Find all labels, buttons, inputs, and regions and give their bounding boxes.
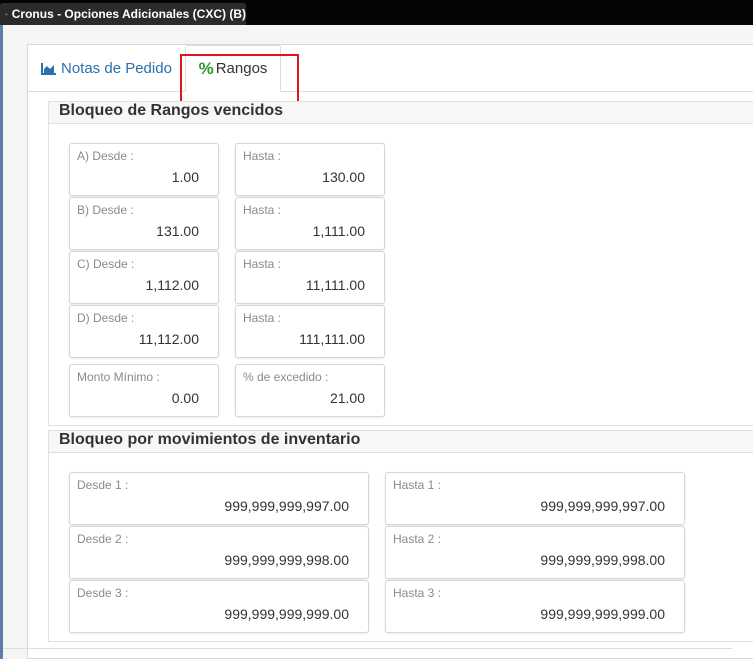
excedido-field[interactable]: % de excedido : 21.00 [235,364,385,417]
monto-minimo-label: Monto Mínimo : [77,370,160,384]
rango-b-desde-value: 131.00 [156,223,199,239]
rango-d-desde-label: D) Desde : [77,311,135,325]
rango-d-desde-value: 11,112.00 [138,331,199,347]
rango-c-hasta-label: Hasta : [243,257,282,271]
rango-d-desde-field[interactable]: D) Desde : 11,112.00 [69,305,219,358]
rango-c-desde-label: C) Desde : [77,257,135,271]
rango-b-hasta-label: Hasta : [243,203,282,217]
inventario-hasta-1-value: 999,999,999,997.00 [540,498,665,514]
rango-b-hasta-value: 1,111.00 [312,223,365,239]
rango-d-hasta-value: 111,111.00 [299,331,365,347]
options-panel: Notas de Pedido % Rangos Bloqueo de Rang… [27,44,753,659]
rango-b-desde-label: B) Desde : [77,203,134,217]
app-logo-icon [5,13,8,16]
tab-notas-de-pedido[interactable]: Notas de Pedido [41,45,172,92]
inventario-desde-2-value: 999,999,999,998.00 [224,552,349,568]
window-body: Notas de Pedido % Rangos Bloqueo de Rang… [3,25,753,659]
rangos-group-title: Bloqueo de Rangos vencidos [49,102,753,124]
rango-a-desde-value: 1.00 [171,169,199,185]
inventario-desde-3-value: 999,999,999,999.00 [224,606,349,622]
inventario-desde-3-field[interactable]: Desde 3 : 999,999,999,999.00 [69,580,369,633]
monto-minimo-field[interactable]: Monto Mínimo : 0.00 [69,364,219,417]
excedido-value: 21.00 [329,390,365,406]
percent-icon: % [198,58,214,78]
inventario-hasta-2-value: 999,999,999,998.00 [540,552,665,568]
rango-b-desde-field[interactable]: B) Desde : 131.00 [69,197,219,250]
inventario-hasta-2-label: Hasta 2 : [393,532,442,546]
inventario-desde-1-field[interactable]: Desde 1 : 999,999,999,997.00 [69,472,369,525]
rango-c-hasta-field[interactable]: Hasta : 11,111.00 [235,251,385,304]
inventario-desde-2-field[interactable]: Desde 2 : 999,999,999,998.00 [69,526,369,579]
rango-b-hasta-field[interactable]: Hasta : 1,111.00 [235,197,385,250]
excedido-label: % de excedido : [243,370,329,384]
monto-minimo-value: 0.00 [171,390,199,406]
inventario-group: Bloqueo por movimientos de inventario De… [48,430,753,642]
rango-a-hasta-label: Hasta : [243,149,282,163]
rango-d-hasta-label: Hasta : [243,311,282,325]
rango-d-hasta-field[interactable]: Hasta : 111,111.00 [235,305,385,358]
inventario-hasta-3-field[interactable]: Hasta 3 : 999,999,999,999.00 [385,580,685,633]
inventario-hasta-1-label: Hasta 1 : [393,478,442,492]
rango-a-desde-label: A) Desde : [77,149,134,163]
rango-a-desde-field[interactable]: A) Desde : 1.00 [69,143,219,196]
tab-notas-label: Notas de Pedido [61,60,172,77]
inventario-hasta-3-value: 999,999,999,999.00 [540,606,665,622]
inventario-hasta-3-label: Hasta 3 : [393,586,442,600]
rango-c-desde-field[interactable]: C) Desde : 1,112.00 [69,251,219,304]
tab-rangos-label: Rangos [215,60,268,77]
rango-a-hasta-field[interactable]: Hasta : 130.00 [235,143,385,196]
inventario-group-title: Bloqueo por movimientos de inventario [49,431,753,453]
area-chart-icon [41,63,56,75]
rango-a-hasta-value: 130.00 [322,169,365,185]
inventario-desde-1-label: Desde 1 : [77,478,129,492]
inventario-desde-3-label: Desde 3 : [77,586,129,600]
rango-c-hasta-value: 11,111.00 [305,277,365,293]
bottom-divider [3,648,732,649]
rangos-group: Bloqueo de Rangos vencidos A) Desde : 1.… [48,101,753,426]
tab-rangos[interactable]: % Rangos [185,45,281,92]
inventario-hasta-2-field[interactable]: Hasta 2 : 999,999,999,998.00 [385,526,685,579]
inventario-hasta-1-field[interactable]: Hasta 1 : 999,999,999,997.00 [385,472,685,525]
window-title: Cronus - Opciones Adicionales (CXC) (B) [11,7,246,21]
inventario-desde-2-label: Desde 2 : [77,532,129,546]
inventario-desde-1-value: 999,999,999,997.00 [224,498,349,514]
title-bar: Cronus - Opciones Adicionales (CXC) (B) [0,0,753,25]
rango-c-desde-value: 1,112.00 [145,277,199,293]
window-tab[interactable]: Cronus - Opciones Adicionales (CXC) (B) [0,3,246,25]
